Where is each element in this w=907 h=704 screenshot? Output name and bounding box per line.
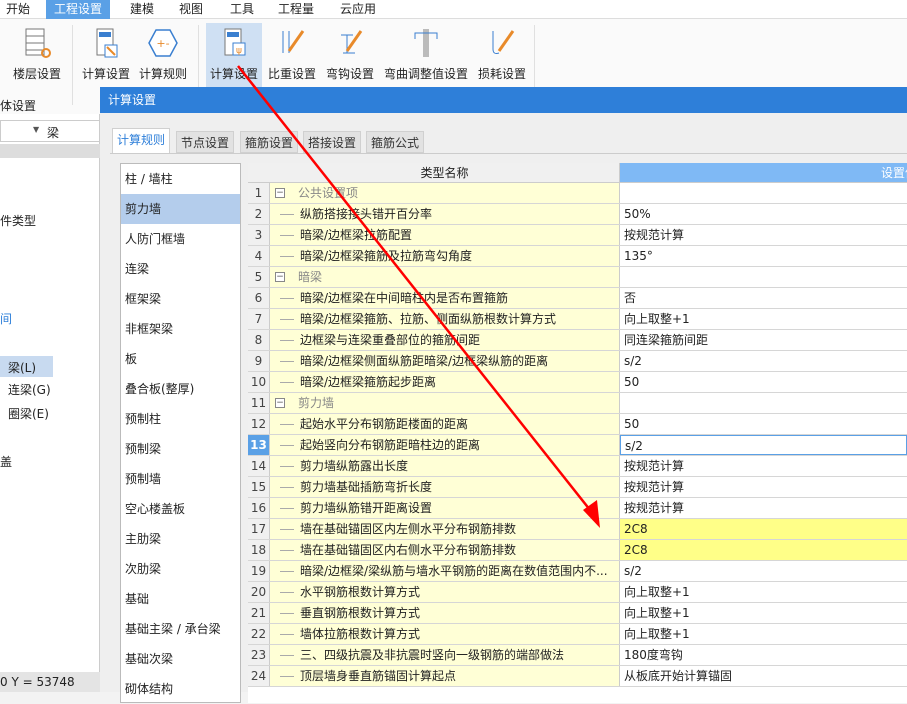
red-annotation-arrow <box>237 65 600 528</box>
